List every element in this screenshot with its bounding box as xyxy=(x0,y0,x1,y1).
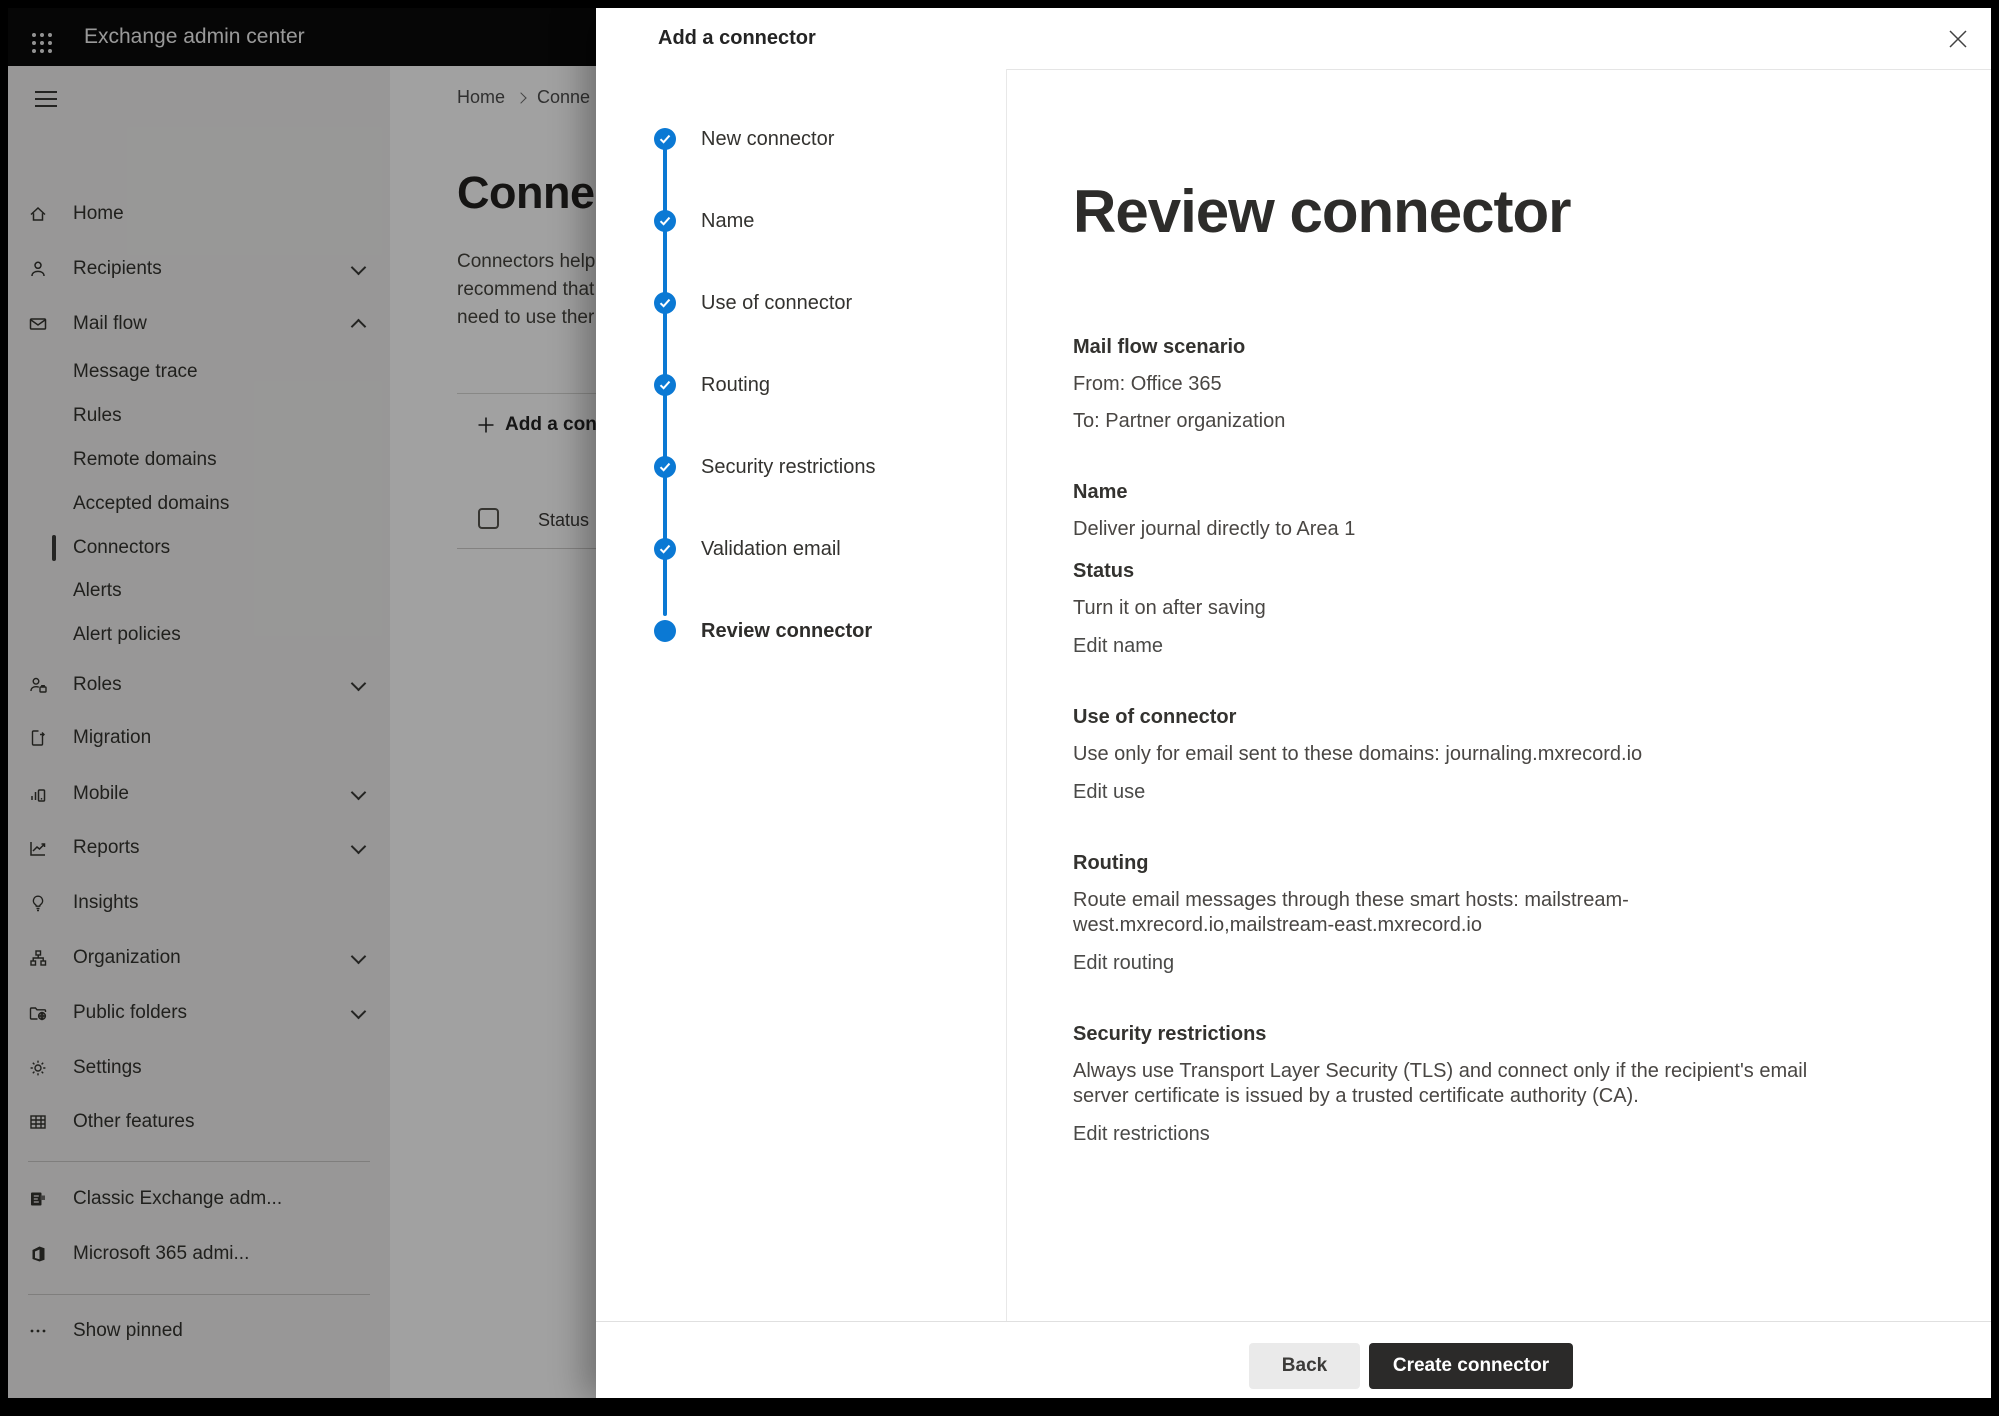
review-heading: Review connector xyxy=(1073,180,1991,244)
section-routing: Routing Route email messages through the… xyxy=(1073,850,1991,976)
step-review-connector[interactable]: Review connector xyxy=(596,611,1006,651)
close-icon[interactable] xyxy=(1947,28,1969,50)
step-security-restrictions[interactable]: Security restrictions xyxy=(596,447,1006,487)
step-use-of-connector[interactable]: Use of connector xyxy=(596,283,1006,323)
edit-restrictions-link[interactable]: Edit restrictions xyxy=(1073,1122,1210,1147)
step-complete-icon xyxy=(654,128,676,150)
section-use-of-connector: Use of connector Use only for email sent… xyxy=(1073,704,1991,805)
step-complete-icon xyxy=(654,456,676,478)
edit-use-link[interactable]: Edit use xyxy=(1073,780,1145,805)
edit-routing-link[interactable]: Edit routing xyxy=(1073,951,1174,976)
step-routing[interactable]: Routing xyxy=(596,365,1006,405)
step-complete-icon xyxy=(654,292,676,314)
edit-name-link[interactable]: Edit name xyxy=(1073,634,1163,659)
create-connector-button[interactable]: Create connector xyxy=(1369,1343,1573,1389)
section-mail-flow-scenario: Mail flow scenario From: Office 365 To: … xyxy=(1073,334,1991,434)
step-new-connector[interactable]: New connector xyxy=(596,119,1006,159)
section-name: Name Deliver journal directly to Area 1 xyxy=(1073,479,1991,542)
back-button[interactable]: Back xyxy=(1249,1343,1360,1389)
wizard-stepper: New connector Name Use of connector Rout… xyxy=(596,69,1007,1322)
step-complete-icon xyxy=(654,538,676,560)
screen: Exchange admin center Home Recipients Ma… xyxy=(8,8,1991,1398)
review-panel: Review connector Mail flow scenario From… xyxy=(1006,69,1991,1322)
section-security-restrictions: Security restrictions Always use Transpo… xyxy=(1073,1021,1991,1147)
step-name[interactable]: Name xyxy=(596,201,1006,241)
section-status: Status Turn it on after saving Edit name xyxy=(1073,558,1991,659)
step-current-icon xyxy=(654,620,676,642)
step-validation-email[interactable]: Validation email xyxy=(596,529,1006,569)
step-complete-icon xyxy=(654,210,676,232)
dialog-title: Add a connector xyxy=(658,8,816,69)
dialog-header: Add a connector xyxy=(596,8,1991,70)
add-connector-dialog: Add a connector New connector Name Use o… xyxy=(596,8,1991,1398)
step-complete-icon xyxy=(654,374,676,396)
dialog-footer: Back Create connector xyxy=(596,1321,1991,1398)
